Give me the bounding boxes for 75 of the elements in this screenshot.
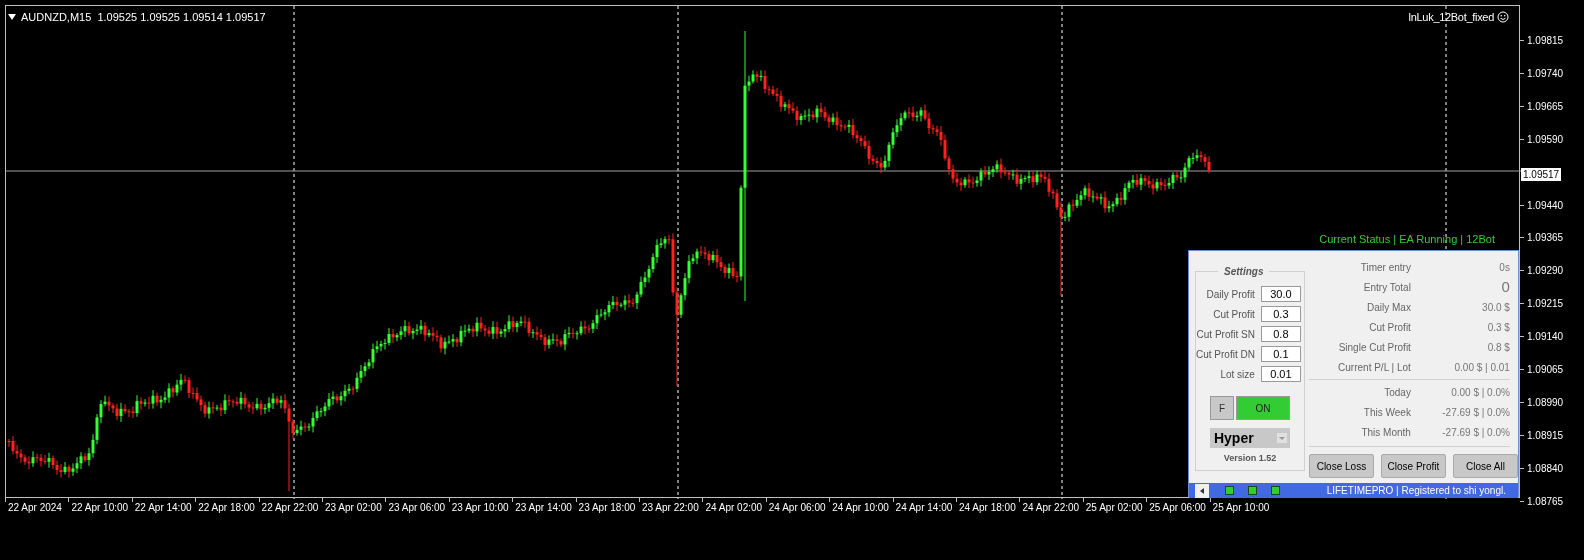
stat-label: Entry Total	[1362, 280, 1411, 295]
stat-value: 30.0 $	[1481, 300, 1510, 315]
f-button[interactable]: F	[1209, 396, 1234, 420]
setting-input[interactable]: 0.8	[1260, 326, 1301, 342]
setting-label: Lot size	[1220, 367, 1255, 382]
period-value: -27.69 $ | 0.0%	[1441, 405, 1510, 420]
expert-name: lnLuk_12Bot_fixed	[1408, 10, 1494, 25]
price-tick-label: 1.09815	[1527, 34, 1564, 48]
time-tick-label: 22 Apr 22:00	[261, 501, 319, 515]
price-tick-label: 1.08990	[1527, 395, 1564, 410]
price-tick-label: 1.09215	[1527, 297, 1564, 312]
stat-value: 0.3 $	[1486, 320, 1510, 335]
price-tick-label: 1.09290	[1527, 264, 1564, 279]
time-tick-label: 25 Apr 06:00	[1149, 501, 1206, 515]
stat-label: Cut Profit	[1368, 320, 1411, 335]
setting-input[interactable]: 0.1	[1260, 346, 1301, 362]
registration-text: LIFETIMEPRO | Registered to shi yongl.	[1326, 484, 1506, 498]
time-tick-label: 24 Apr 02:00	[705, 501, 763, 515]
stat-label: Current P/L | Lot	[1337, 360, 1411, 375]
setting-label: Cut Profit	[1213, 307, 1255, 322]
stat-label: Timer entry	[1359, 260, 1411, 275]
action-button[interactable]: Close Profit	[1380, 454, 1446, 478]
price-tick-label: 1.08915	[1527, 428, 1564, 443]
action-button[interactable]: Close Loss	[1308, 454, 1374, 478]
time-tick-label: 22 Apr 18:00	[198, 501, 255, 515]
setting-input[interactable]: 0.3	[1260, 306, 1301, 322]
price-tick-label: 1.09590	[1527, 132, 1564, 147]
price-tick-label: 1.09065	[1527, 363, 1564, 377]
period-label: This Week	[1362, 405, 1411, 420]
on-button[interactable]: ON	[1235, 396, 1290, 420]
time-tick-label: 23 Apr 02:00	[325, 501, 382, 515]
price-tick-label: 1.08840	[1527, 461, 1564, 476]
stat-label: Single Cut Profit	[1337, 340, 1411, 355]
mode-dropdown[interactable]: Hyper	[1209, 428, 1290, 448]
time-tick-label: 25 Apr 10:00	[1212, 501, 1270, 515]
price-tick-label: 1.09365	[1527, 231, 1564, 246]
setting-label: Cut Profit DN	[1196, 347, 1255, 362]
time-tick-label: 23 Apr 22:00	[642, 501, 699, 515]
time-tick-label: 23 Apr 18:00	[578, 501, 636, 515]
time-tick-label: 22 Apr 14:00	[134, 501, 192, 515]
symbol-quote: AUDNZD,M15 1.09525 1.09525 1.09514 1.09517	[21, 10, 266, 25]
price-tick-label: 1.08765	[1527, 494, 1564, 509]
settings-title: Settings	[1218, 264, 1270, 279]
stat-value: 0s	[1498, 260, 1510, 275]
stat-value: 0.00 $ | 0.01	[1453, 360, 1510, 375]
time-tick-label: 24 Apr 06:00	[768, 501, 826, 515]
time-tick-label: 22 Apr 2024	[8, 501, 62, 515]
price-tick-label: 1.09740	[1527, 66, 1564, 81]
time-tick-label: 24 Apr 18:00	[959, 501, 1016, 515]
price-tick-label: 1.09665	[1527, 99, 1564, 114]
price-tick-label: 1.09440	[1527, 198, 1564, 213]
time-tick-label: 22 Apr 10:00	[71, 501, 129, 515]
setting-label: Daily Profit	[1206, 287, 1255, 302]
time-tick-label: 23 Apr 14:00	[515, 501, 572, 515]
period-value: -27.69 $ | 0.0%	[1441, 425, 1510, 440]
setting-label: Cut Profit SN	[1196, 327, 1255, 342]
setting-input[interactable]: 0.01	[1260, 366, 1301, 382]
time-tick-label: 24 Apr 14:00	[895, 501, 953, 515]
current-price-label: 1.09517	[1521, 168, 1562, 181]
period-value: 0.00 $ | 0.0%	[1450, 385, 1510, 400]
stat-value: 0	[1500, 276, 1510, 297]
time-tick-label: 23 Apr 06:00	[388, 501, 446, 515]
period-label: Today	[1383, 385, 1411, 400]
price-tick-label: 1.09140	[1527, 330, 1564, 345]
stat-label: Daily Max	[1366, 300, 1411, 315]
time-tick-label: 24 Apr 10:00	[832, 501, 889, 515]
stat-value: 0.8 $	[1486, 340, 1510, 355]
action-button[interactable]: Close All	[1452, 454, 1518, 478]
period-label: This Month	[1360, 425, 1411, 440]
time-tick-label: 25 Apr 02:00	[1085, 501, 1143, 515]
version-text: Version 1.52	[1223, 452, 1277, 465]
setting-input[interactable]: 30.0	[1260, 286, 1301, 302]
status-text: Current Status | EA Running | 12Bot	[1319, 232, 1495, 247]
time-tick-label: 24 Apr 22:00	[1022, 501, 1080, 515]
time-tick-label: 23 Apr 10:00	[451, 501, 509, 515]
